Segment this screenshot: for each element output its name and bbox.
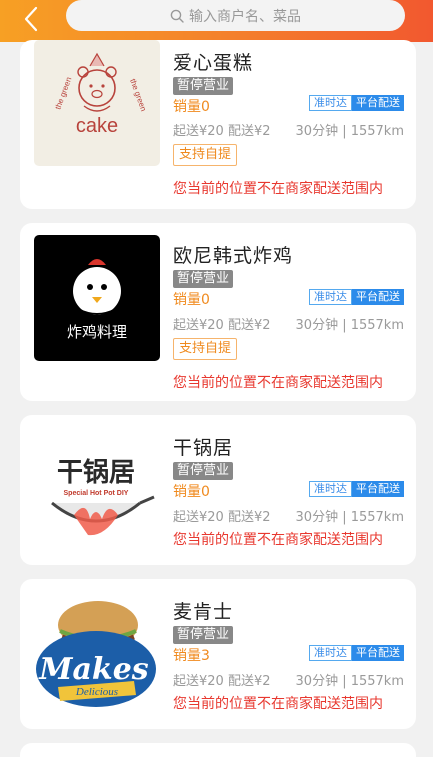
chevron-left-icon — [22, 6, 40, 36]
delivery-tags: 准时达 平台配送 — [309, 645, 404, 661]
delivery-tags: 准时达 平台配送 — [309, 289, 404, 305]
logo-text: cake — [76, 115, 118, 137]
logo-text: 炸鸡料理 — [67, 323, 127, 341]
ontime-badge: 准时达 — [309, 645, 352, 661]
out-of-range-notice: 您当前的位置不在商家配送范围内 — [173, 181, 383, 197]
time-distance: 30分钟 | 1557km — [295, 318, 404, 333]
delivery-fees: 起送¥20 配送¥2 — [173, 124, 271, 139]
logo-ring-text-right: the green — [128, 78, 148, 113]
out-of-range-notice: 您当前的位置不在商家配送范围内 — [173, 375, 383, 391]
search-icon — [170, 9, 184, 23]
delivery-fees: 起送¥20 配送¥2 — [173, 510, 271, 525]
store-name: 干锅居 — [173, 437, 234, 459]
sales-count: 销量0 — [173, 99, 210, 115]
time-distance: 30分钟 | 1557km — [295, 674, 404, 689]
store-card[interactable]: 炸鸡料理 欧尼韩式炸鸡 暂停营业 销量0 准时达 平台配送 起送¥20 配送¥2… — [20, 223, 416, 401]
status-badge: 暂停营业 — [173, 462, 234, 480]
store-name: 麦肯士 — [173, 601, 234, 623]
store-card[interactable] — [20, 743, 416, 757]
delivery-tags: 准时达 平台配送 — [309, 95, 404, 111]
store-logo-hotpot: 干锅居 Special Hot Pot DIY — [34, 427, 160, 553]
store-name: 爱心蛋糕 — [173, 52, 254, 74]
platform-delivery-badge: 平台配送 — [352, 95, 404, 111]
time-distance: 30分钟 | 1557km — [295, 124, 404, 139]
ontime-badge: 准时达 — [309, 289, 352, 305]
out-of-range-notice: 您当前的位置不在商家配送范围内 — [173, 696, 383, 712]
delivery-tags: 准时达 平台配送 — [309, 481, 404, 497]
back-button[interactable] — [14, 4, 48, 38]
store-logo-cake: cake the green the green — [34, 40, 160, 166]
store-card[interactable]: Makes Delicious 麦肯士 暂停营业 销量3 准时达 平台配送 起送… — [20, 579, 416, 729]
status-badge: 暂停营业 — [173, 270, 234, 288]
pickup-badge: 支持自提 — [173, 144, 238, 166]
store-logo-chicken: 炸鸡料理 — [34, 235, 160, 361]
status-badge: 暂停营业 — [173, 77, 234, 95]
store-card[interactable]: 干锅居 Special Hot Pot DIY 干锅居 暂停营业 销量0 准时达… — [20, 415, 416, 565]
sales-count: 销量0 — [173, 292, 210, 308]
delivery-fees: 起送¥20 配送¥2 — [173, 674, 271, 689]
logo-sub-text: Delicious — [75, 686, 118, 698]
search-placeholder: 输入商户名、菜品 — [189, 8, 301, 25]
platform-delivery-badge: 平台配送 — [352, 289, 404, 305]
ontime-badge: 准时达 — [309, 95, 352, 111]
logo-sub-text: Special Hot Pot DIY — [64, 490, 129, 497]
pickup-badge: 支持自提 — [173, 338, 238, 360]
time-distance: 30分钟 | 1557km — [295, 510, 404, 525]
logo-ring-text-left: the green — [53, 76, 73, 111]
platform-delivery-badge: 平台配送 — [352, 481, 404, 497]
sales-count: 销量0 — [173, 484, 210, 500]
status-badge: 暂停营业 — [173, 626, 234, 644]
logo-text: 干锅居 — [57, 458, 135, 488]
sales-count: 销量3 — [173, 648, 210, 664]
ontime-badge: 准时达 — [309, 481, 352, 497]
top-bar: 输入商户名、菜品 — [0, 0, 433, 42]
store-card[interactable]: cake the green the green 爱心蛋糕 暂停营业 销量0 准… — [20, 40, 416, 209]
delivery-fees: 起送¥20 配送¥2 — [173, 318, 271, 333]
out-of-range-notice: 您当前的位置不在商家配送范围内 — [173, 532, 383, 548]
store-name: 欧尼韩式炸鸡 — [173, 245, 294, 267]
platform-delivery-badge: 平台配送 — [352, 645, 404, 661]
store-logo-makes: Makes Delicious — [34, 591, 160, 717]
search-input[interactable]: 输入商户名、菜品 — [66, 0, 405, 31]
